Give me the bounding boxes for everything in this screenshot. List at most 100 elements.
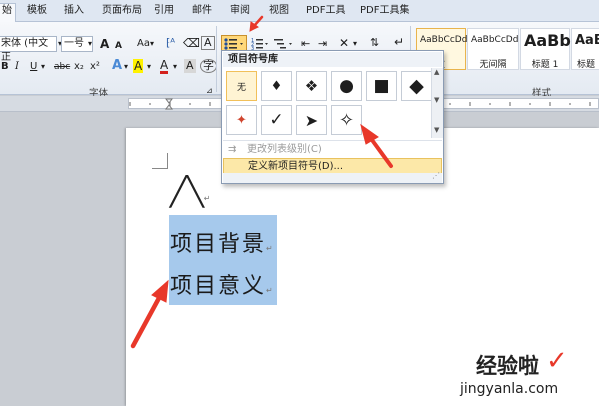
font-color-dropdown-icon[interactable]: ▾ [173, 60, 177, 74]
underline-button[interactable]: U [30, 60, 37, 74]
paragraph-mark: ↵ [266, 244, 275, 253]
grow-font-button[interactable]: A [100, 37, 109, 51]
text-effect-button[interactable]: A [112, 59, 122, 73]
underline-dropdown-icon[interactable]: ▾ [41, 60, 45, 74]
bullet-option-ornament[interactable]: ❖ [296, 71, 327, 101]
watermark-url: jingyanla.com [460, 381, 559, 397]
filled-square-icon: ■ [373, 76, 390, 96]
change-case-button[interactable]: Aa [137, 37, 150, 51]
style-name: 标题 [576, 60, 595, 70]
change-list-level-item[interactable]: ⇉ 更改列表级别(C) [223, 142, 442, 158]
tab-pdf-toolset[interactable]: PDF工具集 [357, 4, 412, 22]
tab-home[interactable]: 始 [0, 3, 16, 23]
tab-pdf-tools[interactable]: PDF工具 [303, 4, 348, 22]
checkmark-icon: ✓ [269, 110, 284, 130]
italic-button[interactable]: I [15, 60, 19, 74]
watermark-title: 经验啦 [476, 354, 539, 378]
subscript-button[interactable]: x₂ [74, 60, 84, 74]
define-new-bullet-label: 定义新项目符号(D)... [248, 161, 344, 172]
scroll-more-icon[interactable]: ▼ [434, 126, 439, 134]
filled-diamond-icon: ◆ [409, 75, 424, 97]
strikethrough-button[interactable]: abc [54, 60, 70, 74]
tab-references[interactable]: 引用 [151, 4, 177, 22]
tab-template[interactable]: 模板 [24, 4, 50, 22]
text-effect-dropdown-icon[interactable]: ▾ [124, 60, 128, 74]
font-color-button[interactable]: A [160, 59, 169, 74]
arrowhead-icon: ➤ [304, 110, 319, 130]
font-name-box[interactable]: 宋体 (中文正 [0, 36, 57, 63]
style-sample: AaB [575, 33, 599, 48]
ribbon-tab-bar: 始 模板 插入 页面布局 引用 邮件 审阅 视图 PDF工具 PDF工具集 [0, 0, 599, 23]
decrease-indent-icon[interactable]: ⇤ [301, 37, 310, 51]
superscript-button[interactable]: x² [90, 60, 100, 74]
filled-circle-icon: ● [339, 76, 354, 96]
colored-star-icon: ✦ [236, 112, 247, 128]
char-border-icon[interactable]: A [201, 36, 215, 50]
clear-format-icon[interactable]: ⌫ [183, 36, 200, 50]
paragraph-mark: ↵ [266, 286, 275, 295]
bullet-option-arrow[interactable]: ➤ [296, 105, 327, 135]
bullet-none-label: 无 [236, 82, 246, 93]
scroll-up-icon[interactable]: ▲ [434, 68, 439, 76]
margin-corner-mark [152, 153, 168, 169]
document-line-1[interactable]: ╱╲↵ [170, 178, 210, 213]
style-no-spacing[interactable]: AaBbCcDd 无间隔 [467, 28, 519, 70]
sort-icon[interactable]: ⇅ [370, 36, 379, 50]
multilevel-icon[interactable] [274, 37, 296, 51]
style-name: 无间隔 [479, 60, 507, 70]
phonetic-guide-icon[interactable]: ⁅ᴬ [166, 36, 175, 50]
resize-grip-icon[interactable]: ⋰ [432, 171, 440, 180]
document-line-3[interactable]: 项目意义↵ [170, 268, 275, 300]
list-level-icon: ⇉ [228, 144, 237, 155]
scroll-down-icon[interactable]: ▼ [434, 96, 439, 104]
font-size-dropdown-icon[interactable]: ▾ [88, 37, 92, 51]
font-size-value: 一号 [64, 38, 84, 49]
change-list-level-label: 更改列表级别(C) [247, 144, 322, 155]
document-line-2[interactable]: 项目背景↵ [170, 226, 275, 258]
tab-mailings[interactable]: 邮件 [189, 4, 215, 22]
increase-indent-icon[interactable]: ⇥ [318, 37, 327, 51]
four-point-star-icon: ✧ [338, 109, 355, 131]
style-title[interactable]: AaB 标题 [571, 28, 599, 70]
change-case-dropdown-icon[interactable]: ▾ [150, 37, 154, 51]
line-text: ╱╲ [170, 175, 204, 208]
char-shading-icon[interactable]: A [184, 59, 196, 73]
line-text: 项目背景 [170, 232, 267, 257]
highlight-dropdown-icon[interactable]: ▾ [147, 60, 151, 74]
bullet-library-scrollbar[interactable]: ▲ ▼ ▼ [431, 68, 443, 138]
style-sample: AaBbCcDd [471, 35, 519, 45]
enclose-char-icon[interactable]: 字 [200, 59, 217, 73]
style-sample: AaBbCcDd [420, 35, 468, 45]
bullet-option-diamond[interactable]: ◆ [401, 71, 432, 101]
watermark-check-icon: ✓ [546, 346, 568, 376]
bullet-option-four-point-star[interactable]: ✧ [331, 105, 362, 135]
bullet-option-none[interactable]: 无 [226, 71, 257, 101]
shrink-font-button[interactable]: A [115, 39, 122, 53]
menu-separator [223, 140, 442, 141]
tab-page-layout[interactable]: 页面布局 [99, 4, 145, 22]
define-new-bullet-item[interactable]: 定义新项目符号(D)... [223, 158, 442, 174]
highlight-button[interactable]: A [133, 59, 144, 73]
style-name: 标题 1 [531, 60, 559, 70]
bullet-option-checkmark[interactable]: ✓ [261, 105, 292, 135]
ornament-icon: ❖ [304, 77, 319, 95]
numbering-icon[interactable]: 1 2 3 [251, 37, 271, 51]
show-marks-icon[interactable]: ↵ [394, 35, 404, 49]
bullet-option-small-diamond[interactable]: ♦ [261, 71, 292, 101]
bullet-library-dropdown: 项目符号库 无 ♦ ❖ ● ■ ◆ ✦ ✓ ➤ ✧ ▲ ▼ ▼ ⇉ 更改列表级别… [221, 50, 444, 184]
tab-view[interactable]: 视图 [266, 4, 292, 22]
line-text: 项目意义 [170, 274, 267, 299]
group-separator [216, 26, 217, 92]
chinese-layout-icon[interactable]: ✕ [339, 36, 349, 50]
style-heading-1[interactable]: AaBb 标题 1 [520, 28, 571, 70]
watermark: 经验啦 ✓ jingyanla.com [448, 346, 588, 402]
bullet-option-square[interactable]: ■ [366, 71, 397, 101]
tab-insert[interactable]: 插入 [61, 4, 87, 22]
chinese-layout-dropdown-icon[interactable]: ▾ [353, 37, 357, 51]
bullet-option-colored-star[interactable]: ✦ [226, 105, 257, 135]
bold-button[interactable]: B [1, 60, 9, 74]
bullet-option-circle[interactable]: ● [331, 71, 362, 101]
tab-review[interactable]: 审阅 [227, 4, 253, 22]
bullet-library-header: 项目符号库 [223, 52, 442, 67]
dropdown-resize-grip[interactable]: ⋰ [223, 171, 442, 183]
